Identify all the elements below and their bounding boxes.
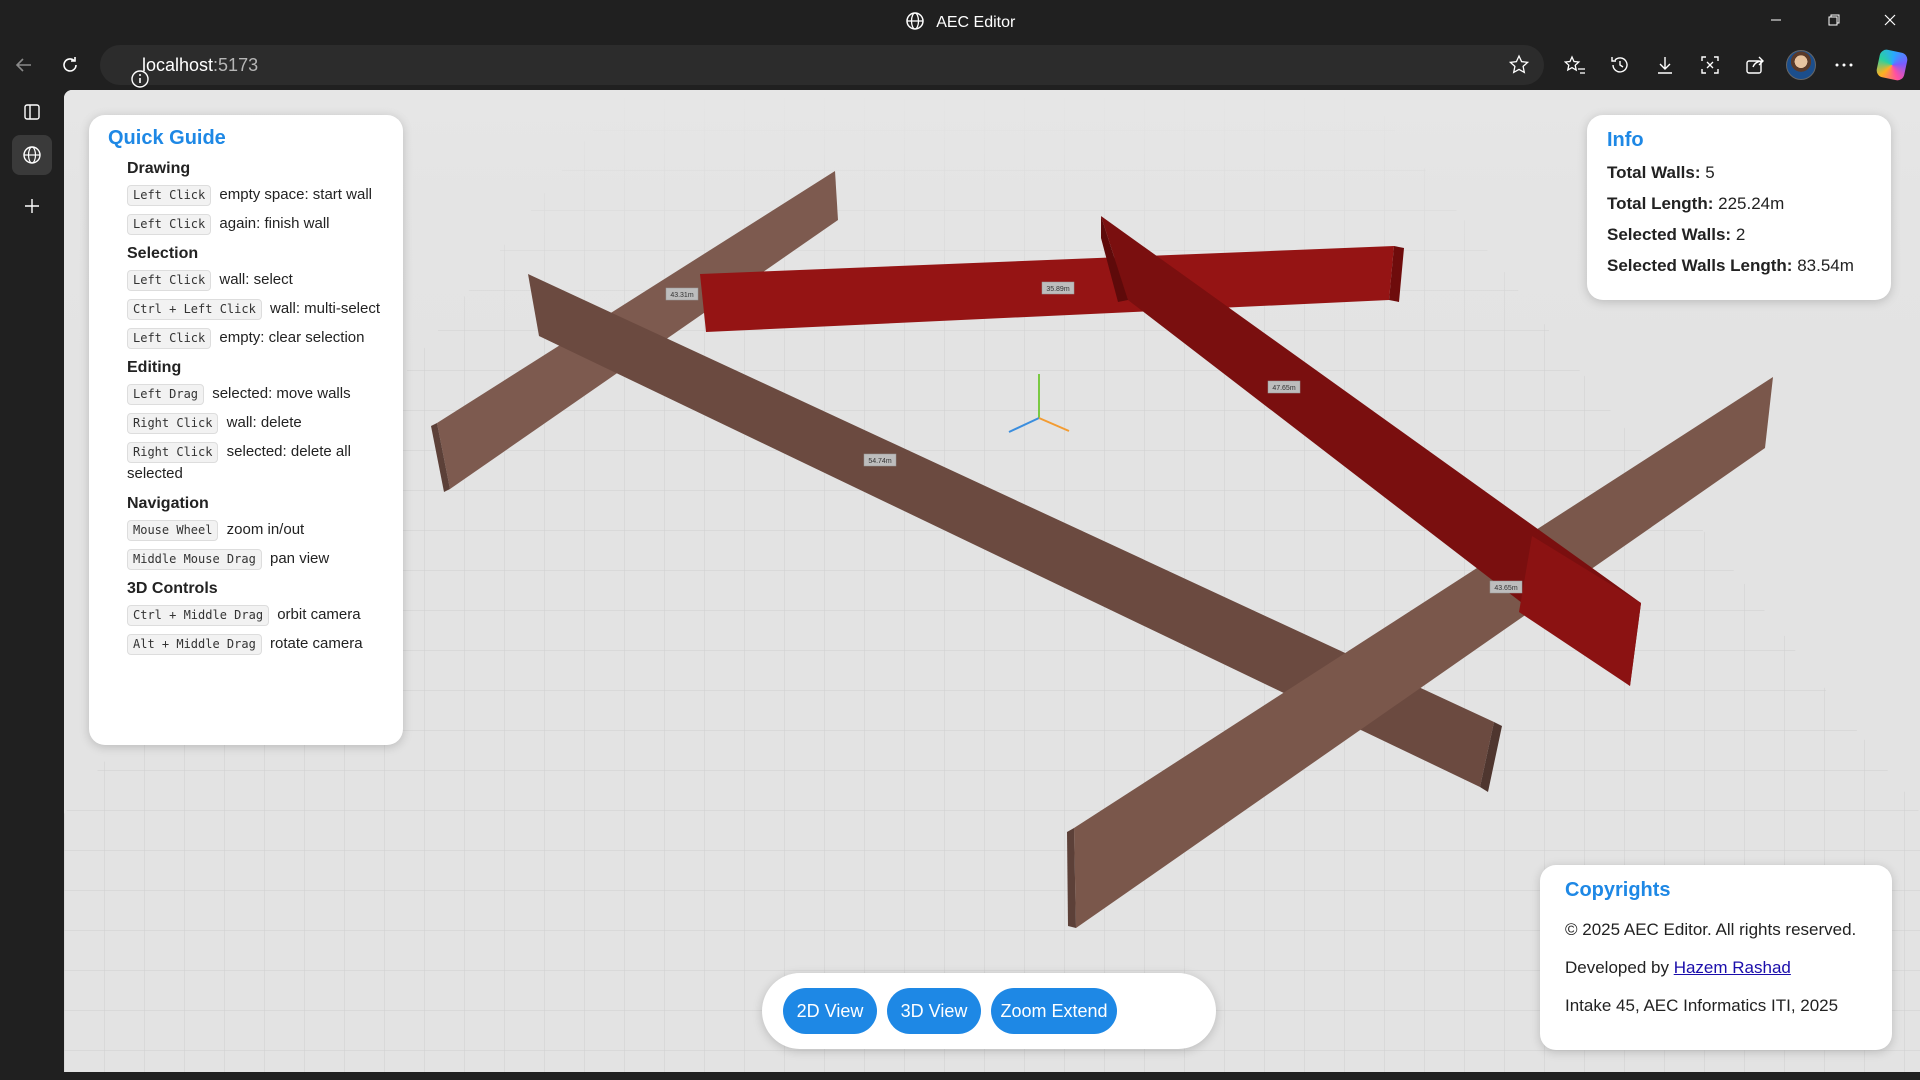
intake-line: Intake 45, AEC Informatics ITI, 2025 <box>1565 996 1839 1015</box>
developer-line: Developed by Hazem Rashad <box>1565 958 1791 977</box>
guide-item: Right Click selected: delete all selecte… <box>127 442 351 482</box>
copyright-line: © 2025 AEC Editor. All rights reserved. <box>1565 920 1857 939</box>
info-title: Info <box>1607 129 1644 151</box>
key-hint: Middle Mouse Drag <box>127 549 262 570</box>
copyrights-title: Copyrights <box>1565 879 1671 901</box>
total-walls-row: Total Walls: 5 <box>1607 163 1715 182</box>
guide-item: Ctrl + Left Click wall: multi-select <box>127 298 385 320</box>
total-length-row: Total Length: 225.24m <box>1607 194 1785 213</box>
guide-item: Alt + Middle Drag rotate camera <box>127 633 385 655</box>
info-panel: Info Total Walls: 5 Total Length: 225.24… <box>1587 115 1891 300</box>
tab-actions-icon[interactable] <box>12 92 52 132</box>
more-options-icon[interactable] <box>1832 53 1856 77</box>
guide-item: Left Click empty space: start wall <box>127 184 385 206</box>
copilot-icon[interactable] <box>1875 48 1909 82</box>
restore-button[interactable] <box>1810 0 1858 40</box>
arrow-left-icon <box>15 58 31 72</box>
active-tab-globe-icon[interactable] <box>12 135 52 175</box>
minimize-button[interactable] <box>1752 0 1800 40</box>
wall-length-label: 43.65m <box>1494 585 1518 592</box>
close-button[interactable] <box>1866 0 1914 40</box>
wall-length-label: 43.31m <box>670 292 694 299</box>
guide-item: Mouse Wheel zoom in/out <box>127 519 385 541</box>
address-bar[interactable]: localhost:5173 <box>100 45 1544 88</box>
browser-toolbar: localhost:5173 <box>0 40 1920 90</box>
guide-item: Left Click wall: select <box>127 269 385 291</box>
window-titlebar: AEC Editor <box>0 0 1920 40</box>
key-hint: Alt + Middle Drag <box>127 634 262 655</box>
download-icon[interactable] <box>1653 53 1677 77</box>
history-icon[interactable] <box>1608 53 1632 77</box>
key-hint: Ctrl + Left Click <box>127 299 262 320</box>
guide-item: Right Click wall: delete <box>127 412 385 434</box>
guide-item: Ctrl + Middle Drag orbit camera <box>127 604 385 626</box>
wall-length-label: 35.89m <box>1046 286 1070 293</box>
new-tab-plus-icon[interactable] <box>12 186 52 226</box>
screenshot-icon[interactable] <box>1698 53 1722 77</box>
share-icon[interactable] <box>1743 53 1767 77</box>
guide-section-heading: Navigation <box>127 495 209 512</box>
key-hint: Mouse Wheel <box>127 520 219 541</box>
key-hint: Left Drag <box>127 384 205 405</box>
guide-section-heading: Drawing <box>127 160 191 177</box>
profile-avatar[interactable] <box>1786 50 1816 80</box>
key-hint: Left Click <box>127 214 212 235</box>
guide-section-heading: 3D Controls <box>127 580 218 597</box>
zoom-extend-button[interactable]: Zoom Extend <box>991 988 1117 1034</box>
browser-sidebar <box>0 90 64 1080</box>
refresh-button[interactable] <box>54 49 86 81</box>
window-title: AEC Editor <box>936 14 1016 31</box>
guide-item: Left Click empty: clear selection <box>127 327 385 349</box>
url-text[interactable]: localhost:5173 <box>142 55 258 76</box>
globe-icon <box>905 12 924 30</box>
refresh-icon <box>63 57 77 72</box>
selected-length-row: Selected Walls Length: 83.54m <box>1607 256 1854 275</box>
key-hint: Ctrl + Middle Drag <box>127 605 270 626</box>
3d-view-button[interactable]: 3D View <box>887 988 981 1034</box>
key-hint: Right Click <box>127 413 219 434</box>
guide-item: Left Drag selected: move walls <box>127 383 385 405</box>
key-hint: Left Click <box>127 270 212 291</box>
quick-guide-panel: Quick Guide Drawing Left Click empty spa… <box>89 115 403 745</box>
wall-length-label: 54.74m <box>868 458 892 465</box>
wall-length-label: 47.65m <box>1272 385 1296 392</box>
selected-walls-row: Selected Walls: 2 <box>1607 225 1746 244</box>
author-link[interactable]: Hazem Rashad <box>1674 958 1791 977</box>
guide-item: Middle Mouse Drag pan view <box>127 548 385 570</box>
guide-item: Left Click again: finish wall <box>127 213 385 235</box>
copyrights-panel: Copyrights © 2025 AEC Editor. All rights… <box>1540 865 1892 1050</box>
2d-view-button[interactable]: 2D View <box>783 988 877 1034</box>
key-hint: Right Click <box>127 442 219 463</box>
star-icon[interactable] <box>1508 54 1530 76</box>
back-button[interactable] <box>8 49 40 81</box>
favorites-icon[interactable] <box>1563 53 1587 77</box>
view-controls: 2D View 3D View Zoom Extend <box>762 973 1216 1049</box>
app-viewport[interactable]: 43.31m 35.89m 47.65m 54.74m 43.65m Quick… <box>64 90 1920 1072</box>
guide-section-heading: Editing <box>127 359 182 376</box>
key-hint: Left Click <box>127 328 212 349</box>
key-hint: Left Click <box>127 185 212 206</box>
guide-section-heading: Selection <box>127 245 199 262</box>
quick-guide-title: Quick Guide <box>108 127 226 149</box>
